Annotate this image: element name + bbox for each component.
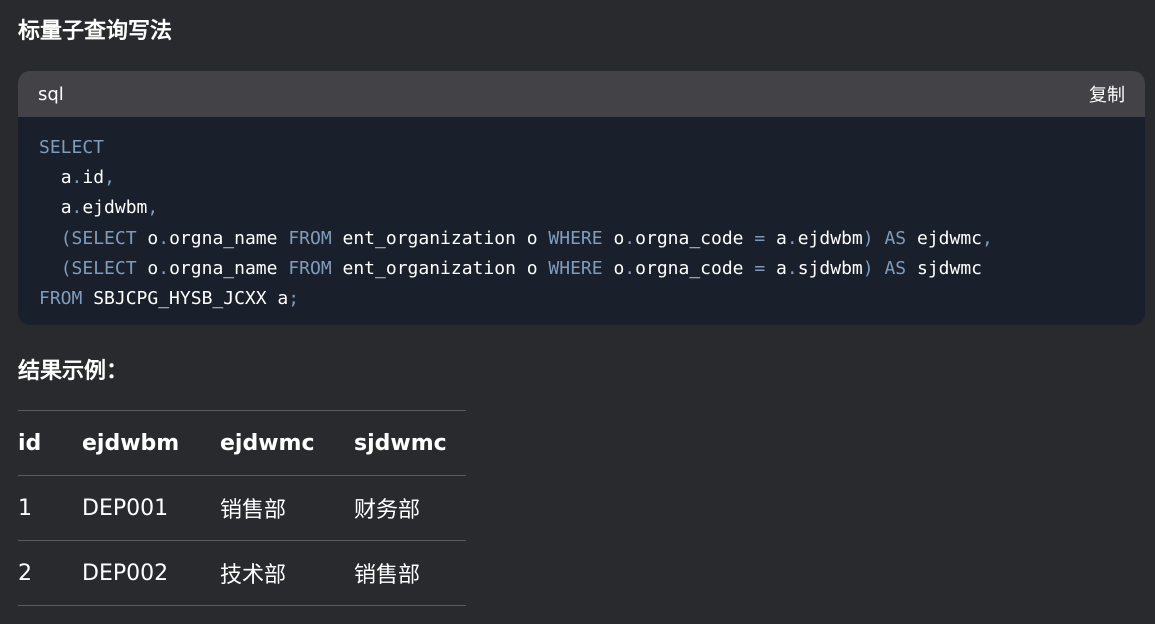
sql-punctuation: , xyxy=(982,227,993,249)
sql-identifier: o xyxy=(602,257,625,279)
table-cell: DEP001 xyxy=(82,475,220,541)
sql-punctuation: ; xyxy=(288,287,300,309)
sql-identifier xyxy=(874,228,885,249)
code-line: FROM SBJCPG_HYSB_JCXX a; xyxy=(39,284,1124,314)
sql-punctuation: . xyxy=(71,167,83,189)
table-header-row: id ejdwbm ejdwmc sjdwmc xyxy=(18,410,466,476)
sql-identifier: orgna_code xyxy=(635,227,755,249)
sql-keyword: WHERE xyxy=(548,257,603,279)
sql-identifier: ejdwbm xyxy=(797,227,863,249)
sql-identifier: ejdwbm xyxy=(82,197,148,219)
copy-button[interactable]: 复制 xyxy=(1089,81,1125,107)
sql-keyword: WHERE xyxy=(548,227,603,249)
table-cell: 销售部 xyxy=(354,540,466,606)
sql-keyword: AS xyxy=(884,227,907,249)
result-table: id ejdwbm ejdwmc sjdwmc 1 DEP001 销售部 财务部… xyxy=(18,410,466,606)
sql-punctuation: , xyxy=(104,167,115,189)
column-header: ejdwbm xyxy=(82,410,220,476)
sql-identifier: orgna_name xyxy=(169,257,289,279)
table-cell: 技术部 xyxy=(220,540,354,606)
sql-keyword: AS xyxy=(884,257,907,279)
section-title-scalar-subquery: 标量子查询写法 xyxy=(18,19,173,44)
sql-identifier: orgna_code xyxy=(635,257,755,279)
code-line: a.id, xyxy=(39,163,1124,193)
sql-keyword: SELECT xyxy=(71,227,137,249)
table-cell: DEP002 xyxy=(82,540,220,606)
sql-punctuation: , xyxy=(147,197,159,219)
sql-identifier: sjdwbm xyxy=(797,257,863,279)
sql-identifier xyxy=(39,258,61,279)
sql-punctuation: ) xyxy=(862,227,874,249)
column-header: sjdwmc xyxy=(354,410,466,476)
sql-identifier xyxy=(874,258,885,279)
table-row: 2 DEP002 技术部 销售部 xyxy=(18,540,466,606)
code-line: a.ejdwbm, xyxy=(39,193,1124,223)
column-header: id xyxy=(18,410,82,476)
column-header: ejdwmc xyxy=(220,410,354,476)
sql-keyword: FROM xyxy=(288,257,332,279)
sql-punctuation: . xyxy=(158,257,170,279)
sql-identifier: o xyxy=(136,227,159,249)
table-cell: 销售部 xyxy=(220,475,354,541)
sql-punctuation: ( xyxy=(60,257,72,279)
code-block: sql 复制 SELECT a.id, a.ejdwbm, (SELECT o.… xyxy=(18,71,1145,325)
table-row: 1 DEP001 销售部 财务部 xyxy=(18,475,466,541)
sql-identifier: a xyxy=(765,257,787,279)
sql-punctuation: . xyxy=(158,227,170,249)
code-line: SELECT xyxy=(39,133,1124,163)
code-line: (SELECT o.orgna_name FROM ent_organizati… xyxy=(39,254,1124,284)
sql-punctuation: . xyxy=(71,197,83,219)
sql-keyword: FROM xyxy=(288,227,332,249)
sql-punctuation: = xyxy=(754,227,766,249)
code-block-header: sql 复制 xyxy=(18,71,1145,117)
table-cell: 1 xyxy=(18,475,82,541)
sql-punctuation: ) xyxy=(862,257,874,279)
sql-punctuation: . xyxy=(624,227,636,249)
table-cell: 财务部 xyxy=(354,475,466,541)
sql-keyword: SELECT xyxy=(71,257,137,279)
sql-identifier: id xyxy=(82,167,105,189)
sql-identifier xyxy=(39,167,61,188)
sql-identifier: ent_organization o xyxy=(331,227,549,249)
sql-punctuation: = xyxy=(754,257,766,279)
sql-identifier: ejdwmc xyxy=(906,227,982,249)
sql-identifier: o xyxy=(602,227,625,249)
sql-identifier: orgna_name xyxy=(169,227,289,249)
sql-punctuation: . xyxy=(786,257,798,279)
sql-identifier: a xyxy=(60,167,72,189)
table-cell: 2 xyxy=(18,540,82,606)
section-title-result-example: 结果示例： xyxy=(18,359,129,384)
sql-punctuation: ( xyxy=(60,227,72,249)
page: 标量子查询写法 sql 复制 SELECT a.id, a.ejdwbm, (S… xyxy=(0,0,1155,624)
sql-identifier xyxy=(39,228,61,249)
sql-identifier: a xyxy=(60,197,72,219)
sql-punctuation: . xyxy=(786,227,798,249)
sql-identifier: a xyxy=(765,227,787,249)
code-language-label: sql xyxy=(38,83,64,105)
sql-identifier: SBJCPG_HYSB_JCXX a xyxy=(82,287,289,309)
sql-punctuation: . xyxy=(624,257,636,279)
sql-identifier: ent_organization o xyxy=(331,257,549,279)
code-line: (SELECT o.orgna_name FROM ent_organizati… xyxy=(39,224,1124,254)
sql-identifier: sjdwmc xyxy=(906,257,982,279)
sql-identifier xyxy=(39,197,61,218)
sql-keyword: FROM xyxy=(39,287,83,309)
sql-keyword: SELECT xyxy=(39,137,105,158)
code-content: SELECT a.id, a.ejdwbm, (SELECT o.orgna_n… xyxy=(18,117,1145,314)
sql-identifier: o xyxy=(136,257,159,279)
